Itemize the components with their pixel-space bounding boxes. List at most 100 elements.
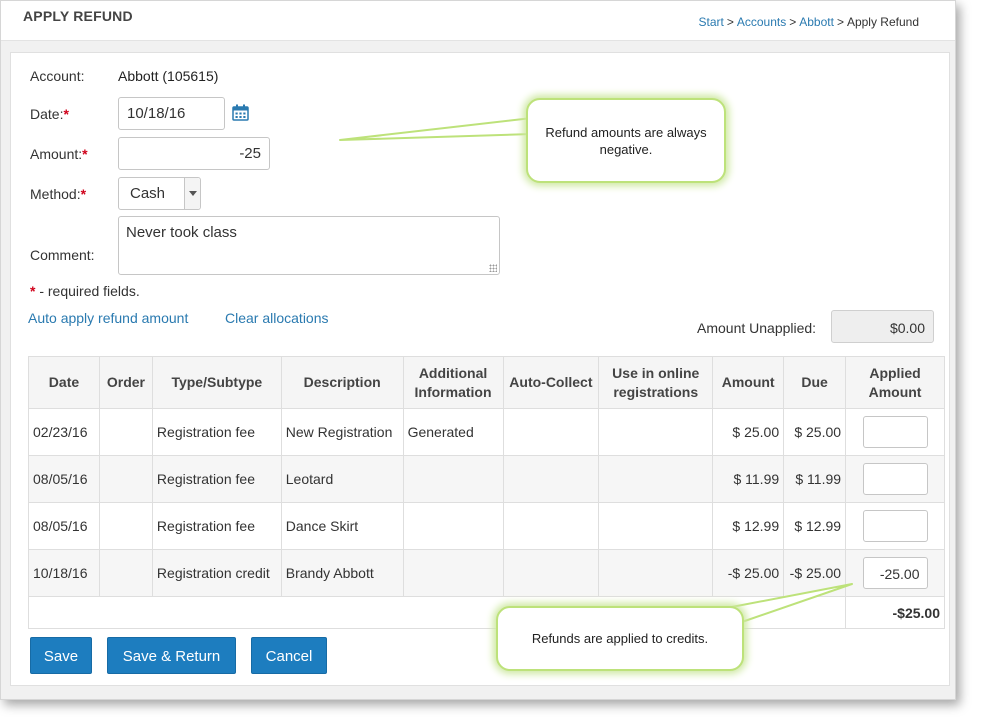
amount-label-text: Amount:: [30, 146, 83, 162]
column-header-date[interactable]: Date: [28, 356, 100, 409]
breadcrumb-accounts[interactable]: Accounts: [737, 15, 786, 29]
cell-additional-info: [402, 455, 504, 503]
table-row: 02/23/16 Registration fee New Registrati…: [28, 408, 945, 456]
cell-auto-collect: [502, 549, 600, 597]
cell-online: [598, 502, 714, 550]
refund-credits-callout-text: Refunds are applied to credits.: [531, 631, 709, 646]
breadcrumb-abbott[interactable]: Abbott: [799, 15, 834, 29]
required-note-text: - required fields.: [35, 283, 140, 299]
cell-auto-collect: [502, 455, 600, 503]
breadcrumb-separator: >: [789, 15, 797, 29]
cell-applied: [845, 455, 945, 503]
cell-type: Registration credit: [151, 549, 282, 597]
refund-form-panel: Account: Abbott (105615) Date:* 10/18/16…: [10, 52, 950, 686]
refund-credits-callout: Refunds are applied to credits.: [496, 606, 744, 671]
cell-order: [98, 455, 153, 503]
cell-type: Registration fee: [151, 502, 282, 550]
amount-input[interactable]: -25: [118, 137, 270, 170]
cell-online: [598, 408, 714, 456]
cell-date: 02/23/16: [28, 408, 100, 456]
cell-applied: -25.00: [845, 549, 945, 597]
cell-order: [98, 502, 153, 550]
amount-unapplied-value: $0.00: [831, 310, 934, 343]
cell-date: 08/05/16: [28, 455, 100, 503]
applied-amount-input[interactable]: [862, 463, 928, 495]
column-header-due[interactable]: Due: [783, 356, 847, 409]
column-header-auto-collect[interactable]: Auto-Collect: [502, 356, 600, 409]
cell-date: 10/18/16: [28, 549, 100, 597]
cell-due: $ 11.99: [783, 455, 847, 503]
method-select-value: Cash: [130, 185, 166, 202]
cell-additional-info: [402, 549, 504, 597]
cell-auto-collect: [502, 502, 600, 550]
cancel-button[interactable]: Cancel: [251, 637, 327, 674]
cell-online: [598, 455, 714, 503]
column-header-online[interactable]: Use in online registrations: [598, 356, 714, 409]
auto-apply-link[interactable]: Auto apply refund amount: [28, 310, 188, 326]
cell-additional-info: Generated: [402, 408, 504, 456]
table-row: 10/18/16 Registration credit Brandy Abbo…: [28, 549, 945, 597]
table-row: 08/05/16 Registration fee Leotard $ 11.9…: [28, 455, 945, 503]
column-header-amount[interactable]: Amount: [712, 356, 785, 409]
amount-unapplied-label: Amount Unapplied:: [697, 320, 817, 336]
total-applied-amount: -$25.00: [845, 596, 945, 629]
column-header-applied-amount[interactable]: Applied Amount: [845, 356, 945, 409]
cell-auto-collect: [502, 408, 600, 456]
cell-applied: [845, 502, 945, 550]
resize-grip-icon[interactable]: [489, 264, 497, 272]
amount-label: Amount:*: [30, 146, 88, 162]
applied-amount-input[interactable]: [862, 416, 928, 448]
cell-applied: [845, 408, 945, 456]
applied-amount-input[interactable]: -25.00: [862, 557, 928, 589]
allocations-table: Date Order Type/Subtype Description Addi…: [27, 356, 945, 629]
date-input[interactable]: 10/18/16: [118, 97, 225, 130]
column-header-order[interactable]: Order: [98, 356, 153, 409]
account-label: Account:: [30, 68, 85, 84]
required-asterisk: *: [63, 106, 69, 122]
page-header: APPLY REFUND Start > Accounts > Abbott > Apply…: [1, 1, 955, 41]
required-note: * - required fields.: [30, 283, 140, 299]
cell-description: Dance Skirt: [280, 502, 404, 550]
date-label-text: Date:: [30, 106, 64, 122]
cell-amount: $ 11.99: [712, 455, 785, 503]
chevron-down-icon[interactable]: [184, 178, 200, 209]
column-header-description[interactable]: Description: [280, 356, 404, 409]
cell-type: Registration fee: [151, 455, 282, 503]
method-label-text: Method:: [30, 186, 81, 202]
clear-allocations-link[interactable]: Clear allocations: [225, 310, 329, 326]
method-label: Method:*: [30, 186, 86, 202]
cell-amount: -$ 25.00: [712, 549, 785, 597]
cell-description: Leotard: [280, 455, 404, 503]
cell-type: Registration fee: [151, 408, 282, 456]
cell-order: [98, 408, 153, 456]
cell-date: 08/05/16: [28, 502, 100, 550]
save-and-return-button[interactable]: Save & Return: [107, 637, 236, 674]
table-row: 08/05/16 Registration fee Dance Skirt $ …: [28, 502, 945, 550]
comment-textarea[interactable]: Never took class: [118, 216, 500, 275]
cell-due: -$ 25.00: [783, 549, 847, 597]
cell-amount: $ 25.00: [712, 408, 785, 456]
breadcrumb: Start > Accounts > Abbott > Apply Refund: [699, 15, 920, 29]
required-asterisk: *: [82, 146, 88, 162]
cell-amount: $ 12.99: [712, 502, 785, 550]
cell-order: [98, 549, 153, 597]
date-label: Date:*: [30, 106, 69, 122]
refund-negative-callout-text: Refund amounts are always negative.: [545, 125, 707, 157]
applied-amount-input[interactable]: [862, 510, 928, 542]
table-total-row: -$25.00: [27, 596, 945, 629]
account-value: Abbott (105615): [118, 68, 219, 84]
method-select[interactable]: Cash: [118, 177, 201, 210]
cell-description: Brandy Abbott: [280, 549, 404, 597]
cell-additional-info: [402, 502, 504, 550]
breadcrumb-start[interactable]: Start: [699, 15, 724, 29]
breadcrumb-separator: >: [726, 15, 734, 29]
column-header-type[interactable]: Type/Subtype: [151, 356, 282, 409]
breadcrumb-current: Apply Refund: [846, 15, 919, 29]
save-button[interactable]: Save: [30, 637, 92, 674]
required-asterisk: *: [80, 186, 87, 202]
column-header-additional-info[interactable]: Additional Information: [402, 356, 504, 409]
cell-online: [598, 549, 714, 597]
page-title: APPLY REFUND: [23, 8, 133, 24]
breadcrumb-separator: >: [836, 15, 844, 29]
calendar-icon[interactable]: [232, 104, 249, 121]
